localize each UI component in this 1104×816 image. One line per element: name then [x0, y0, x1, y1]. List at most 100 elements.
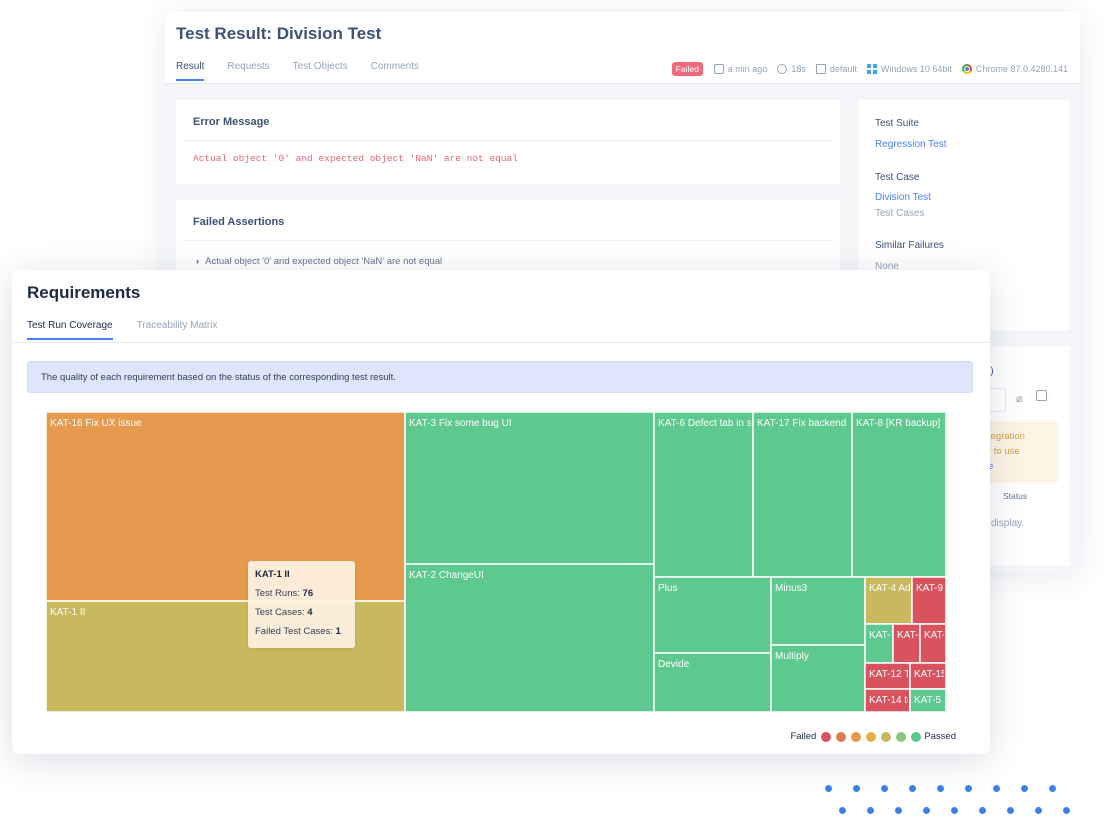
- treemap-tile[interactable]: KAT-5 F: [909, 688, 950, 713]
- treemap-tile-label: Plus: [658, 583, 677, 594]
- decorative-dot: [965, 785, 972, 792]
- treemap-tile-label: KAT-1 II: [50, 607, 85, 618]
- case-sub: Test Cases: [875, 208, 925, 219]
- treemap-tile-label: KAT-14 te: [869, 695, 913, 706]
- meta-browser: Chrome 87.0.4280.141: [961, 64, 1068, 74]
- error-message-card: Error Message Actual object '0' and expe…: [176, 100, 840, 184]
- tooltip-failed-value: 1: [335, 626, 341, 637]
- attach-icon[interactable]: ⌀: [1016, 392, 1023, 405]
- divider: [12, 342, 990, 343]
- decorative-dots: [825, 785, 1075, 815]
- tab-comments[interactable]: Comments: [371, 61, 419, 81]
- treemap-tile[interactable]: KAT-2 ChangeUI: [404, 563, 655, 713]
- treemap-tile[interactable]: KAT-4 Ad: [864, 576, 913, 625]
- decorative-dot: [1035, 807, 1042, 814]
- treemap-tile[interactable]: KAT-12 T: [864, 662, 911, 690]
- decorative-dot: [979, 807, 986, 814]
- legend-passed-label: Passed: [924, 731, 956, 742]
- decorative-dot: [909, 785, 916, 792]
- windows-icon: [866, 64, 877, 74]
- treemap-tile-label: KAT-3 Fix some bug UI: [409, 418, 512, 429]
- decorative-dot: [1063, 807, 1070, 814]
- legend-color-dot: [836, 731, 847, 742]
- treemap-tile-rect[interactable]: [653, 411, 754, 578]
- note-line-2: r to use: [988, 446, 1020, 457]
- meta-time: a min ago: [713, 64, 768, 74]
- tab-test-objects[interactable]: Test Objects: [293, 61, 348, 81]
- suite-label: Test Suite: [875, 118, 919, 129]
- decorative-dot: [951, 807, 958, 814]
- meta-os-text: Windows 10 64bit: [880, 64, 952, 74]
- treemap-tile-label: KAT-9: [916, 583, 943, 594]
- tooltip-cases: Test Cases: 4: [255, 607, 348, 618]
- tooltip-failed-label: Failed Test Cases:: [255, 626, 333, 637]
- decorative-dot: [1049, 785, 1056, 792]
- meta-duration-text: 18s: [791, 64, 806, 74]
- treemap-tile-rect[interactable]: [752, 411, 853, 578]
- profile-icon: [815, 64, 826, 74]
- info-banner: The quality of each requirement based on…: [27, 361, 973, 393]
- decorative-dot: [867, 807, 874, 814]
- treemap-tile[interactable]: KAT-: [919, 623, 947, 664]
- meta-profile-text: default: [829, 64, 857, 74]
- chevron-right-icon: ›: [196, 256, 200, 267]
- meta-time-text: a min ago: [727, 64, 768, 74]
- treemap-tile-label: Devide: [658, 659, 690, 670]
- error-text: Actual object '0' and expected object 'N…: [193, 153, 518, 164]
- treemap-tile-label: KAT-15: [914, 669, 947, 680]
- tooltip-title: KAT-1 II: [255, 569, 290, 580]
- tab-result[interactable]: Result: [176, 61, 205, 81]
- export-icon[interactable]: [1036, 390, 1047, 401]
- tooltip-cases-value: 4: [307, 607, 313, 618]
- treemap-tile-label: KAT-6 Defect tab in si: [658, 418, 754, 429]
- tab-test-run-coverage[interactable]: Test Run Coverage: [27, 320, 113, 340]
- result-tabs: Result Requests Test Objects Comments: [176, 61, 442, 81]
- tooltip-runs: Test Runs: 76: [255, 588, 348, 599]
- legend-color-dot: [911, 731, 922, 742]
- treemap-tile[interactable]: KAT-15: [909, 662, 947, 690]
- treemap-tile[interactable]: KAT-14 te: [864, 688, 913, 713]
- meta-os: Windows 10 64bit: [866, 64, 952, 74]
- treemap-tile[interactable]: KAT-17 Fix backend: [752, 411, 853, 578]
- legend-color-dot: [866, 731, 877, 742]
- treemap-tile[interactable]: Multiply: [770, 644, 866, 713]
- tooltip-failed: Failed Test Cases: 1: [255, 626, 348, 637]
- meta-profile: default: [815, 64, 857, 74]
- divider: [182, 140, 834, 141]
- treemap-tile[interactable]: KAT-: [864, 623, 894, 664]
- status-badge: Failed: [671, 62, 703, 76]
- legend-dots: [816, 731, 922, 742]
- treemap-tile-label: KAT-8 [KR backup] R: [856, 418, 950, 429]
- tab-requests[interactable]: Requests: [227, 61, 269, 81]
- treemap-tile-rect[interactable]: [404, 411, 655, 565]
- decorative-dot: [1007, 807, 1014, 814]
- legend-color-dot: [896, 731, 907, 742]
- decorative-dot: [1021, 785, 1028, 792]
- treemap-svg: KAT-16 Fix UX issue KAT-1 II KAT-3 Fix som…: [45, 411, 950, 713]
- tab-traceability-matrix[interactable]: Traceability Matrix: [137, 320, 218, 340]
- calendar-icon: [713, 64, 724, 74]
- suite-link[interactable]: Regression Test: [875, 139, 947, 150]
- treemap-tile-label: KAT-12 T: [869, 669, 910, 680]
- treemap-tile[interactable]: KAT-3 Fix some bug UI: [404, 411, 655, 565]
- quality-legend: Failed Passed: [790, 731, 956, 742]
- result-meta: Failed a min ago 18s default Windows 10 …: [671, 62, 1068, 76]
- legend-color-dot: [851, 731, 862, 742]
- treemap-tile-rect[interactable]: [404, 563, 655, 713]
- page-title: Test Result: Division Test: [176, 24, 382, 43]
- treemap-tile[interactable]: Devide: [653, 652, 772, 713]
- treemap-tile-label: Multiply: [775, 651, 809, 662]
- case-link[interactable]: Division Test: [875, 192, 931, 203]
- requirements-title: Requirements: [27, 283, 141, 302]
- clock-icon: [777, 64, 788, 74]
- coverage-treemap: KAT-16 Fix UX issue KAT-1 II KAT-3 Fix som…: [27, 403, 973, 753]
- treemap-tile[interactable]: Plus: [653, 576, 772, 654]
- treemap-tile[interactable]: KAT-9: [911, 576, 947, 625]
- assertion-row[interactable]: › Actual object '0' and expected object '…: [196, 256, 442, 267]
- treemap-tile[interactable]: KAT-8 [KR backup] R: [851, 411, 950, 578]
- decorative-dot: [895, 807, 902, 814]
- treemap-tile-rect[interactable]: [851, 411, 947, 578]
- treemap-tile-label: Minus3: [775, 583, 808, 594]
- treemap-tile[interactable]: Minus3: [770, 576, 866, 646]
- treemap-tile[interactable]: KAT-6 Defect tab in si: [653, 411, 754, 578]
